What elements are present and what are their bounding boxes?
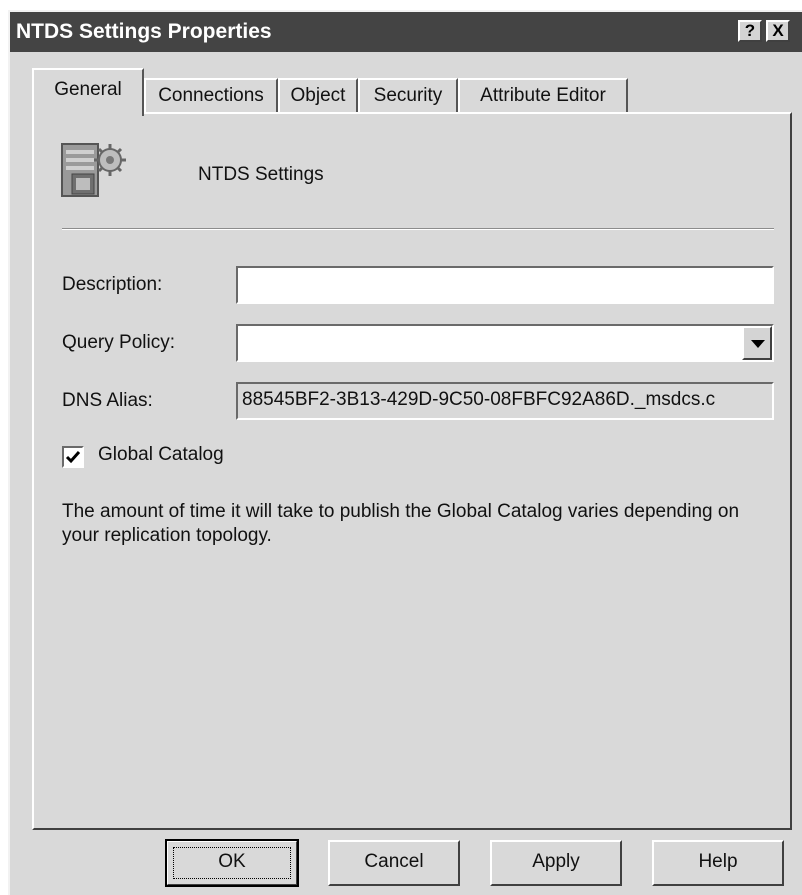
- dns-alias-field[interactable]: 88545BF2-3B13-429D-9C50-08FBFC92A86D._ms…: [236, 382, 774, 420]
- tab-attribute-editor[interactable]: Attribute Editor: [458, 78, 628, 114]
- query-policy-label: Query Policy:: [62, 332, 175, 353]
- title-bar[interactable]: NTDS Settings Properties ? X: [10, 12, 802, 52]
- help-button[interactable]: Help: [652, 840, 784, 886]
- help-title-button[interactable]: ?: [738, 20, 762, 42]
- chevron-down-icon: [751, 340, 765, 348]
- apply-button[interactable]: Apply: [490, 840, 622, 886]
- tab-connections[interactable]: Connections: [144, 78, 278, 114]
- tab-general[interactable]: General: [32, 68, 144, 116]
- query-policy-dropdown[interactable]: [236, 324, 774, 362]
- ntds-settings-icon: [58, 138, 130, 202]
- description-label: Description:: [62, 274, 163, 295]
- cancel-button[interactable]: Cancel: [328, 840, 460, 886]
- close-title-button[interactable]: X: [766, 20, 790, 42]
- dropdown-button[interactable]: [742, 326, 772, 360]
- tab-object[interactable]: Object: [278, 78, 358, 114]
- properties-dialog: NTDS Settings Properties ? X General Con…: [8, 10, 802, 895]
- checkmark-icon: [65, 451, 81, 464]
- general-tab-panel: NTDS Settings Description: Query Policy:…: [32, 112, 792, 830]
- dns-alias-label: DNS Alias:: [62, 390, 153, 411]
- object-name: NTDS Settings: [198, 164, 324, 185]
- global-catalog-label: Global Catalog: [98, 444, 224, 465]
- divider: [62, 228, 774, 230]
- focus-rectangle: [173, 847, 291, 879]
- global-catalog-checkbox[interactable]: [62, 446, 84, 468]
- window-title: NTDS Settings Properties: [16, 20, 272, 43]
- info-text: The amount of time it will take to publi…: [62, 501, 740, 546]
- tab-security[interactable]: Security: [358, 78, 458, 114]
- description-field[interactable]: [236, 266, 774, 304]
- ok-button[interactable]: OK: [165, 839, 299, 887]
